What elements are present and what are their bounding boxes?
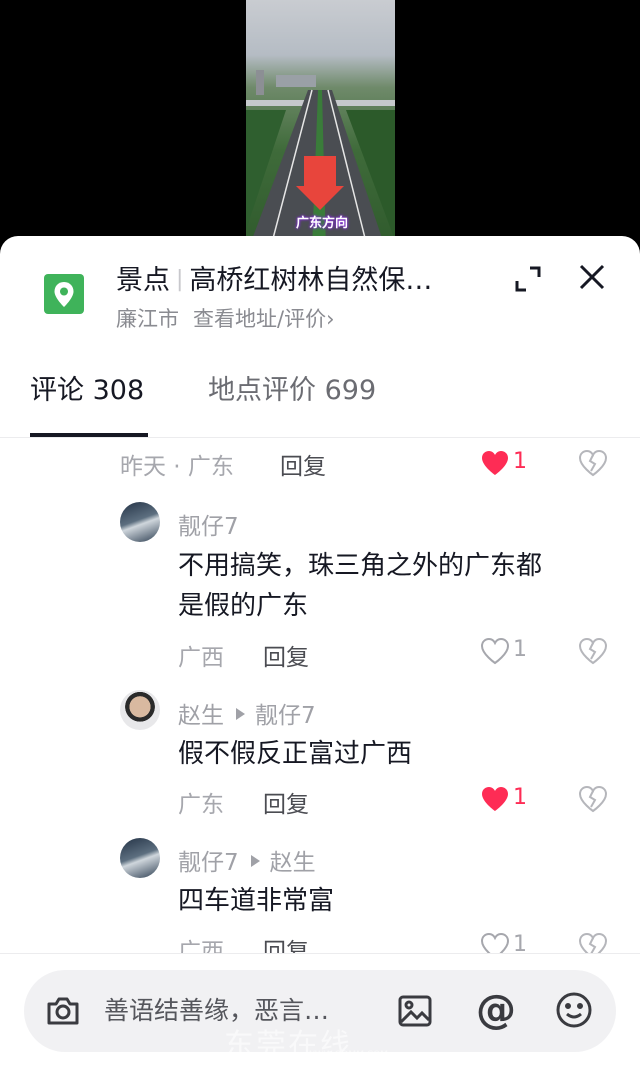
avatar[interactable] — [120, 690, 160, 730]
comment-username[interactable]: 靓仔7 — [178, 507, 239, 541]
title-divider: | — [176, 267, 184, 292]
close-icon[interactable] — [577, 262, 607, 292]
comment-sheet: 景点 | 高桥红树林自然保… 廉江市 查看地址/评价› 评论 308 地点评价 699… — [0, 236, 640, 1065]
place-subtitle[interactable]: 廉江市 查看地址/评价› — [116, 303, 334, 333]
broken-heart-icon[interactable] — [578, 785, 608, 813]
heart-filled-icon[interactable] — [480, 449, 510, 477]
broken-heart-icon[interactable] — [578, 637, 608, 665]
tab-comments[interactable]: 评论 308 — [30, 368, 144, 407]
place-title: 景点 | 高桥红树林自然保… — [116, 258, 432, 297]
location-pin-icon — [44, 274, 84, 314]
tab-place-reviews[interactable]: 地点评价 699 — [208, 368, 376, 407]
place-city: 廉江市 — [116, 307, 179, 331]
chevron-right-icon: › — [326, 307, 335, 331]
place-category: 景点 — [116, 265, 170, 296]
place-header[interactable]: 景点 | 高桥红树林自然保… 廉江市 查看地址/评价› — [0, 236, 640, 346]
expand-icon[interactable] — [513, 264, 543, 294]
comment-location: 广东 — [178, 792, 224, 818]
broken-heart-icon[interactable] — [578, 449, 608, 477]
avatar[interactable] — [120, 502, 160, 542]
comment-location: 广西 — [178, 645, 224, 671]
reply-button[interactable]: 回复 — [263, 785, 309, 819]
view-address-link[interactable]: 查看地址/评价 — [193, 307, 326, 331]
reply-arrow-icon — [236, 708, 245, 720]
like-count: 1 — [513, 785, 527, 810]
heart-outline-icon[interactable] — [480, 637, 510, 665]
mention-icon[interactable]: @ — [474, 988, 518, 1032]
video-player[interactable]: 广东方向 — [0, 0, 640, 250]
image-icon[interactable] — [396, 992, 434, 1030]
comment-username[interactable]: 赵生 靓仔7 — [178, 696, 316, 730]
comment-location: 广西 — [178, 939, 224, 954]
comment-username[interactable]: 靓仔7 赵生 — [178, 843, 316, 877]
tab-bar: 评论 308 地点评价 699 — [0, 354, 640, 438]
heart-filled-icon[interactable] — [480, 785, 510, 813]
comment-text: 不用搞笑，珠三角之外的广东都 是假的广东 — [178, 551, 543, 621]
comment-list[interactable]: 昨天 · 广东 回复 1 靓仔7 不用搞笑，珠三角之外的广东都 是假的广东 广西… — [0, 439, 640, 954]
emoji-icon[interactable] — [554, 990, 594, 1030]
like-count: 1 — [513, 932, 527, 954]
watermark-url: WWW.GDMM.COM — [306, 1050, 388, 1060]
reply-button[interactable]: 回复 — [263, 638, 309, 672]
comment-text: 假不假反正富过广西 — [178, 739, 413, 769]
like-count: 1 — [513, 637, 527, 662]
camera-icon[interactable] — [44, 992, 82, 1030]
broken-heart-icon[interactable] — [578, 932, 608, 954]
video-caption: 广东方向 — [295, 216, 348, 231]
reply-to-username: 赵生 — [269, 850, 316, 876]
avatar[interactable] — [120, 838, 160, 878]
reply-arrow-icon — [250, 855, 260, 867]
place-name: 高桥红树林自然保… — [189, 265, 433, 296]
reply-button[interactable]: 回复 — [263, 932, 309, 954]
reply-button[interactable]: 回复 — [280, 447, 326, 481]
active-tab-indicator — [30, 433, 148, 437]
comment-text: 四车道非常富 — [178, 886, 335, 916]
like-count: 1 — [513, 449, 527, 474]
heart-outline-icon[interactable] — [480, 932, 510, 954]
comment-meta: 昨天 · 广东 — [120, 454, 234, 480]
video-frame: 广东方向 — [246, 0, 395, 250]
reply-to-username: 靓仔7 — [255, 703, 316, 729]
